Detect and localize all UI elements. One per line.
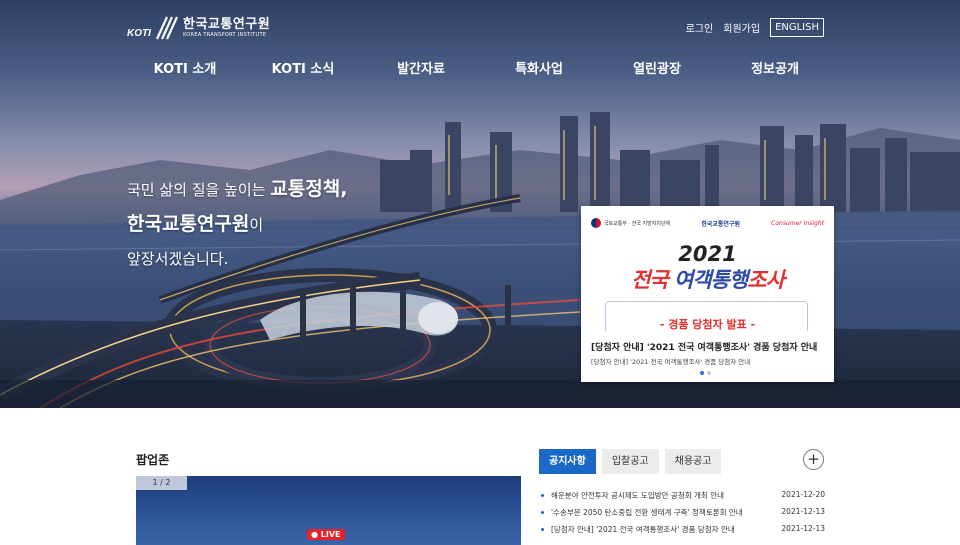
login-link[interactable]: 로그인 bbox=[686, 20, 714, 35]
tab-recruitment[interactable]: 채용공고 bbox=[664, 449, 722, 474]
english-site-button[interactable]: ENGLISH bbox=[770, 18, 824, 37]
signup-link[interactable]: 회원가입 bbox=[723, 20, 760, 35]
notice-date: 2021-12-13 bbox=[781, 524, 825, 533]
logo-korean-text: 한국교통연구원 bbox=[183, 16, 271, 32]
notice-date: 2021-12-13 bbox=[781, 507, 825, 516]
bullet-icon bbox=[541, 511, 544, 514]
list-item[interactable]: [당첨자 안내] '2021 전국 여객통행조사' 경품 당첨자 안내 2021… bbox=[541, 524, 825, 541]
notice-date: 2021-12-20 bbox=[781, 490, 825, 499]
bullet-icon bbox=[541, 494, 544, 497]
card-subtext: [당첨자 안내] '2021 전국 여객통행조사' 경품 당첨자 안내 bbox=[591, 358, 751, 366]
list-item[interactable]: '수송부문 2050 탄소중립 전환 생태계 구축' 정책토론회 안내 2021… bbox=[541, 507, 825, 524]
nav-item-koti-intro[interactable]: KOTI 소개 bbox=[154, 58, 217, 77]
logo-english-text: KOREA TRANSPORT INSTITUTE bbox=[183, 31, 267, 38]
tab-notices[interactable]: 공지사항 bbox=[539, 449, 596, 474]
popupzone-title: 팝업존 bbox=[136, 453, 170, 467]
notice-title[interactable]: '수송부문 2050 탄소중립 전환 생태계 구축' 정책토론회 안내 bbox=[551, 507, 743, 518]
tab-bids[interactable]: 입찰공고 bbox=[601, 449, 659, 474]
hero-slogan: 국민 삶의 질을 높이는 교통정책, 한국교통연구원이 앞장서겠습니다. bbox=[127, 178, 348, 268]
card-year: 2021 bbox=[678, 242, 737, 266]
card-sponsor-logos: 국토교통부 · 전국 지방자치단체 한국교통연구원 Consumer Insig… bbox=[591, 218, 824, 228]
card-dot-active[interactable] bbox=[700, 371, 704, 375]
notice-title[interactable]: 해운분야 안전투자 공시제도 도입방안 공청회 개최 안내 bbox=[551, 490, 724, 501]
notice-title[interactable]: [당첨자 안내] '2021 전국 여객통행조사' 경품 당첨자 안내 bbox=[551, 524, 735, 535]
svg-text:KOTI: KOTI bbox=[127, 28, 151, 39]
nav-item-special-projects[interactable]: 특화사업 bbox=[515, 58, 563, 77]
nav-item-information-disclosure[interactable]: 정보공개 bbox=[751, 58, 799, 77]
notice-list: 해운분야 안전투자 공시제도 도입방안 공청회 개최 안내 2021-12-20… bbox=[541, 490, 825, 541]
survey-popup-card[interactable]: 국토교통부 · 전국 지방자치단체 한국교통연구원 Consumer Insig… bbox=[581, 206, 834, 382]
hero-banner: KOTI 한국교통연구원 KOREA TRANSPORT INSTITUTE 로… bbox=[0, 0, 960, 408]
card-headline[interactable]: [당첨자 안내] '2021 전국 여객통행조사' 경품 당첨자 안내 bbox=[591, 340, 817, 353]
utility-links: 로그인 회원가입 ENGLISH bbox=[686, 18, 824, 37]
nav-item-koti-news[interactable]: KOTI 소식 bbox=[272, 58, 335, 77]
list-item[interactable]: 해운분야 안전투자 공시제도 도입방안 공청회 개최 안내 2021-12-20 bbox=[541, 490, 825, 507]
popupzone-pager: 1 / 2 bbox=[136, 476, 187, 490]
koti-logo[interactable]: KOTI 한국교통연구원 KOREA TRANSPORT INSTITUTE bbox=[127, 15, 270, 41]
card-pagination bbox=[700, 371, 711, 375]
more-button[interactable]: + bbox=[803, 449, 824, 470]
card-dot[interactable] bbox=[707, 371, 711, 375]
live-badge: ● LIVE bbox=[307, 529, 345, 540]
nav-item-publications[interactable]: 발간자료 bbox=[397, 58, 445, 77]
board-tabs: 공지사항 입찰공고 채용공고 bbox=[539, 449, 722, 474]
card-survey-title: 전국 여객통행조사 bbox=[631, 268, 785, 292]
popupzone-banner[interactable]: 1 / 2 ● LIVE bbox=[136, 476, 521, 545]
koti-logo-mark-icon: KOTI bbox=[127, 16, 179, 40]
card-prize-label: - 경품 당첨자 발표 - bbox=[659, 318, 756, 331]
government-emblem-icon bbox=[591, 218, 601, 228]
nav-item-open-square[interactable]: 열린광장 bbox=[633, 58, 681, 77]
bullet-icon bbox=[541, 528, 544, 531]
